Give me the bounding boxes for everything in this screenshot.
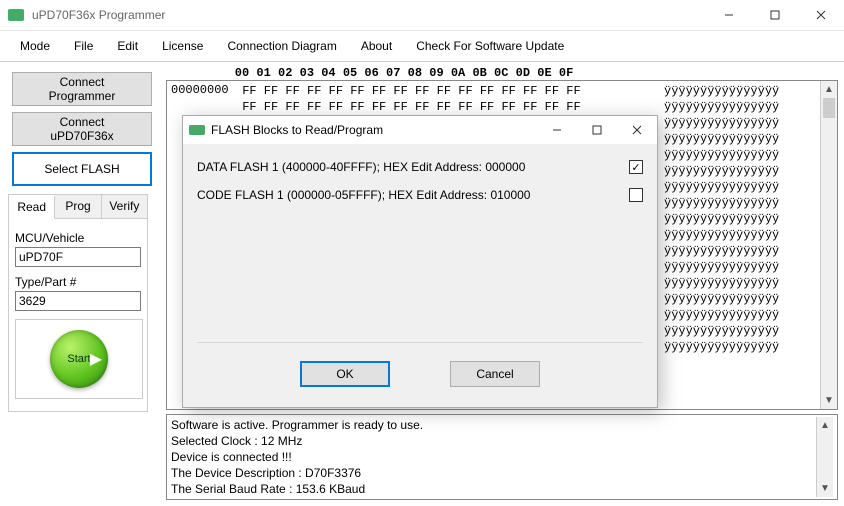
play-icon: ▶	[90, 349, 102, 369]
window-buttons	[706, 0, 844, 30]
scroll-thumb[interactable]	[823, 98, 835, 118]
hex-header: 00 01 02 03 04 05 06 07 08 09 0A 0B 0C 0…	[166, 66, 838, 80]
mcu-field[interactable]	[15, 247, 141, 267]
maximize-icon	[592, 125, 602, 135]
menu-mode[interactable]: Mode	[8, 35, 62, 57]
vscrollbar[interactable]: ▲ ▼	[820, 81, 837, 409]
start-wrap: Start ▶	[15, 319, 143, 399]
dialog-maximize-button[interactable]	[577, 116, 617, 144]
type-field[interactable]	[15, 291, 141, 311]
status-log: Software is active. Programmer is ready …	[166, 414, 838, 500]
connect-programmer-button[interactable]: Connect Programmer	[12, 72, 152, 106]
flash-blocks-dialog: FLASH Blocks to Read/Program DATA FLASH …	[182, 115, 658, 408]
start-label: Start	[67, 353, 90, 365]
dialog-title: FLASH Blocks to Read/Program	[211, 123, 537, 137]
menu-connection-diagram[interactable]: Connection Diagram	[215, 35, 348, 57]
start-button[interactable]: Start ▶	[50, 330, 108, 388]
tab-read[interactable]: Read	[9, 196, 55, 219]
close-icon	[816, 10, 826, 20]
ok-button[interactable]: OK	[300, 361, 390, 387]
connect-device-button[interactable]: Connect uPD70F36x	[12, 112, 152, 146]
window-title: uPD70F36x Programmer	[32, 8, 706, 22]
scroll-down-icon[interactable]: ▼	[817, 480, 833, 497]
menu-edit[interactable]: Edit	[105, 35, 150, 57]
tab-verify[interactable]: Verify	[102, 195, 147, 218]
mcu-label: MCU/Vehicle	[15, 231, 141, 245]
hex-ascii: ÿÿÿÿÿÿÿÿÿÿÿÿÿÿÿÿ ÿÿÿÿÿÿÿÿÿÿÿÿÿÿÿÿ ÿÿÿÿÿÿ…	[660, 81, 820, 409]
dialog-titlebar: FLASH Blocks to Read/Program	[183, 116, 657, 144]
flash-row-data: DATA FLASH 1 (400000-40FFFF); HEX Edit A…	[197, 160, 643, 174]
status-scrollbar[interactable]: ▲ ▼	[816, 417, 833, 497]
dialog-buttons: OK Cancel	[197, 343, 643, 401]
dialog-icon	[189, 125, 205, 135]
flash-row-label: CODE FLASH 1 (000000-05FFFF); HEX Edit A…	[197, 188, 623, 202]
titlebar: uPD70F36x Programmer	[0, 0, 844, 30]
maximize-icon	[770, 10, 780, 20]
scroll-up-icon[interactable]: ▲	[817, 417, 833, 434]
cancel-button[interactable]: Cancel	[450, 361, 540, 387]
flash-row-label: DATA FLASH 1 (400000-40FFFF); HEX Edit A…	[197, 160, 623, 174]
tab-prog[interactable]: Prog	[55, 195, 101, 218]
minimize-button[interactable]	[706, 0, 752, 30]
minimize-icon	[552, 125, 562, 135]
menu-about[interactable]: About	[349, 35, 404, 57]
checkbox-data-flash[interactable]: ✓	[629, 160, 643, 174]
scroll-up-icon[interactable]: ▲	[821, 81, 837, 98]
checkbox-code-flash[interactable]	[629, 188, 643, 202]
close-icon	[632, 125, 642, 135]
dialog-minimize-button[interactable]	[537, 116, 577, 144]
status-text: Software is active. Programmer is ready …	[171, 417, 816, 497]
menu-file[interactable]: File	[62, 35, 105, 57]
dialog-body: DATA FLASH 1 (400000-40FFFF); HEX Edit A…	[183, 144, 657, 407]
menu-license[interactable]: License	[150, 35, 215, 57]
select-flash-button[interactable]: Select FLASH	[12, 152, 152, 186]
tabs: Read Prog Verify	[8, 194, 148, 218]
dialog-close-button[interactable]	[617, 116, 657, 144]
dialog-window-buttons	[537, 116, 657, 144]
scroll-down-icon[interactable]: ▼	[821, 392, 837, 409]
tab-panel: MCU/Vehicle Type/Part # Start ▶	[8, 218, 148, 412]
close-button[interactable]	[798, 0, 844, 30]
type-label: Type/Part #	[15, 275, 141, 289]
minimize-icon	[724, 10, 734, 20]
menubar: Mode File Edit License Connection Diagra…	[0, 30, 844, 62]
flash-row-code: CODE FLASH 1 (000000-05FFFF); HEX Edit A…	[197, 188, 643, 202]
sidebar: Connect Programmer Connect uPD70F36x Sel…	[0, 62, 164, 506]
app-icon	[8, 9, 24, 21]
maximize-button[interactable]	[752, 0, 798, 30]
menu-check-update[interactable]: Check For Software Update	[404, 35, 576, 57]
